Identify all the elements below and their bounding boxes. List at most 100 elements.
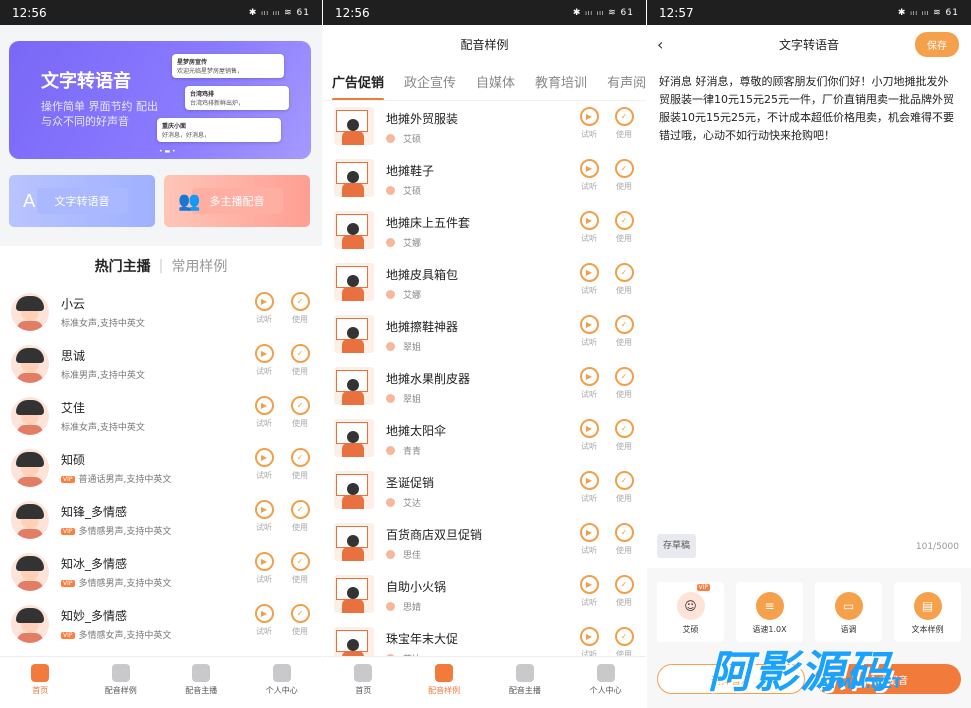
editor-text[interactable]: 好消息 好消息，尊敬的顾客朋友们你们好！小刀地摊批发外贸服装一律10元15元25… — [659, 73, 959, 145]
listen-button[interactable]: ▶ 试听 — [253, 500, 275, 533]
listen-button[interactable]: ▶ 试听 — [578, 575, 600, 608]
char-count: 101/5000 — [915, 542, 959, 552]
listen-button[interactable]: ▶ 试听 — [578, 627, 600, 656]
listen-button[interactable]: ▶ 试听 — [578, 107, 600, 140]
use-button[interactable]: ✓ 使用 — [613, 263, 635, 296]
tab-edu[interactable]: 教育培训 — [535, 72, 587, 91]
sample-name: 珠宝年末大促 — [386, 632, 459, 646]
sample-row[interactable]: 地摊太阳伞 青青 ▶ 试听 ✓ 使用 — [323, 413, 646, 465]
sample-thumbnail — [334, 263, 374, 301]
tab-audiobook[interactable]: 有声阅读 — [607, 72, 646, 91]
use-button[interactable]: ✓ 使用 — [289, 396, 311, 429]
check-icon: ✓ — [614, 471, 634, 490]
use-button[interactable]: ✓ 使用 — [613, 211, 635, 244]
text-to-speech-button[interactable]: A 文字转语音 — [9, 175, 155, 227]
listen-button[interactable]: ▶ 试听 — [578, 211, 600, 244]
listen-button[interactable]: ▶ 试听 — [578, 419, 600, 452]
sample-author: 翠姐 — [386, 392, 421, 405]
tab-common-samples[interactable]: 常用样例 — [171, 256, 227, 276]
text-sample-button[interactable]: ▤ 文本样例 — [894, 582, 961, 642]
use-button[interactable]: ✓ 使用 — [289, 500, 311, 533]
voice-desc: 标准女声,支持中英文 — [61, 319, 145, 329]
listen-button[interactable]: ▶ 试听 — [578, 471, 600, 504]
sample-row[interactable]: 自助小火锅 思婧 ▶ 试听 ✓ 使用 — [323, 569, 646, 621]
listen-button[interactable]: ▶ 试听 — [578, 315, 600, 348]
listen-button[interactable]: ▶ 试听 — [578, 523, 600, 556]
sample-author: 思佳 — [386, 548, 421, 561]
use-button[interactable]: ✓ 使用 — [289, 448, 311, 481]
promo-banner[interactable]: 文字转语音 操作简单 界面节约 配出与众不同的好声音 星梦房宣传 欢迎光临星梦房屋… — [9, 41, 311, 159]
use-button[interactable]: ✓ 使用 — [613, 523, 635, 556]
use-button[interactable]: ✓ 使用 — [289, 344, 311, 377]
sample-name: 地摊太阳伞 — [386, 424, 447, 438]
voice-row[interactable]: 知锋_多情感 VIP 多情感男声,支持中英文 ▶ 试听 ✓ 使用 — [0, 494, 322, 546]
voice-row[interactable]: 知硕 VIP 普通话男声,支持中英文 ▶ 试听 ✓ 使用 — [0, 442, 322, 494]
tab-ads[interactable]: 广告促销 — [332, 72, 385, 100]
sample-row[interactable]: 百货商店双旦促销 思佳 ▶ 试听 ✓ 使用 — [323, 517, 646, 569]
nav-profile[interactable]: 个人中心 — [242, 657, 323, 708]
nav-anchors[interactable]: 配音主播 — [161, 657, 242, 708]
multi-anchor-button[interactable]: 👥 多主播配音 — [164, 175, 310, 227]
use-button[interactable]: ✓ 使用 — [613, 159, 635, 192]
sample-thumbnail — [334, 471, 374, 509]
use-button[interactable]: ✓ 使用 — [613, 575, 635, 608]
voice-row[interactable]: 知冰_多情感 VIP 多情感男声,支持中英文 ▶ 试听 ✓ 使用 — [0, 546, 322, 598]
use-button[interactable]: ✓ 使用 — [613, 471, 635, 504]
sample-row[interactable]: 圣诞促销 艾达 ▶ 试听 ✓ 使用 — [323, 465, 646, 517]
play-icon: ▶ — [579, 627, 599, 646]
save-draft-button[interactable]: 存草稿 — [657, 534, 697, 558]
use-button[interactable]: ✓ 使用 — [613, 627, 635, 656]
sample-thumbnail — [334, 419, 374, 457]
voice-row[interactable]: 知妙_多情感 VIP 多情感女声,支持中英文 ▶ 试听 ✓ 使用 — [0, 598, 322, 650]
listen-button[interactable]: ▶ 试听 — [253, 292, 275, 325]
nav-profile[interactable]: 个人中心 — [565, 657, 646, 708]
nav-samples[interactable]: 配音样例 — [81, 657, 162, 708]
avatar: ☺ — [676, 592, 705, 620]
listen-button[interactable]: ▶ 试听 — [578, 367, 600, 400]
sample-row[interactable]: 珠宝年末大促艾达▶试听✓使用 — [323, 621, 646, 656]
voice-select-button[interactable]: VIP ☺ 艾硕 — [657, 582, 724, 642]
listen-button[interactable]: ▶ 试听 — [578, 159, 600, 192]
nav-anchors[interactable]: 配音主播 — [485, 657, 566, 708]
speed-button[interactable]: ≡ 语速1.0X — [736, 582, 803, 642]
voice-desc: VIP 多情感男声,支持中英文 — [61, 527, 172, 537]
text-editor[interactable]: 好消息 好消息，尊敬的顾客朋友们你们好！小刀地摊批发外贸服装一律10元15元25… — [647, 63, 971, 568]
listen-button[interactable]: ▶ 试听 — [253, 552, 275, 585]
save-button[interactable]: 保存 — [915, 32, 959, 57]
listen-button[interactable]: ▶ 试听 — [253, 344, 275, 377]
sample-row[interactable]: 地摊外贸服装 艾硕 ▶ 试听 ✓ 使用 — [323, 101, 646, 153]
sample-row[interactable]: 地摊擦鞋神器 翠姐 ▶ 试听 ✓ 使用 — [323, 309, 646, 361]
tab-hot-anchors[interactable]: 热门主播 — [95, 256, 151, 276]
nav-samples[interactable]: 配音样例 — [404, 657, 485, 708]
back-icon[interactable]: ‹ — [657, 35, 663, 54]
sample-row[interactable]: 地摊床上五件套 艾娜 ▶ 试听 ✓ 使用 — [323, 205, 646, 257]
listen-button[interactable]: ▶ 试听 — [578, 263, 600, 296]
use-button[interactable]: ✓ 使用 — [613, 419, 635, 452]
voice-row[interactable]: 艾佳 标准女声,支持中英文 ▶ 试听 ✓ 使用 — [0, 390, 322, 442]
voice-row[interactable]: 小云 标准女声,支持中英文 ▶ 试听 ✓ 使用 — [0, 286, 322, 338]
sample-row[interactable]: 地摊皮具箱包 艾娜 ▶ 试听 ✓ 使用 — [323, 257, 646, 309]
sample-row[interactable]: 地摊鞋子 艾硕 ▶ 试听 ✓ 使用 — [323, 153, 646, 205]
listen-button[interactable]: ▶ 试听 — [253, 396, 275, 429]
use-button[interactable]: ✓ 使用 — [613, 107, 635, 140]
check-icon: ✓ — [614, 627, 634, 646]
nav-home[interactable]: 首页 — [0, 657, 81, 708]
play-icon: ▶ — [254, 604, 274, 623]
tab-media[interactable]: 自媒体 — [476, 72, 515, 91]
nav-home[interactable]: 首页 — [323, 657, 404, 708]
use-button[interactable]: ✓ 使用 — [613, 315, 635, 348]
listen-button[interactable]: ▶ 试听 — [253, 448, 275, 481]
use-button[interactable]: ✓ 使用 — [613, 367, 635, 400]
play-icon: ▶ — [579, 523, 599, 542]
use-button[interactable]: ✓ 使用 — [289, 552, 311, 585]
check-icon: ✓ — [290, 552, 310, 571]
use-button[interactable]: ✓ 使用 — [289, 604, 311, 637]
multi-anchor-label: 多主播配音 — [191, 188, 283, 214]
sample-row[interactable]: 地摊水果削皮器 翠姐 ▶ 试听 ✓ 使用 — [323, 361, 646, 413]
use-button[interactable]: ✓ 使用 — [289, 292, 311, 325]
tab-gov[interactable]: 政企宣传 — [404, 72, 456, 91]
listen-button[interactable]: ▶ 试听 — [253, 604, 275, 637]
sample-thumbnail — [334, 159, 374, 197]
voice-row[interactable]: 思诚 标准男声,支持中英文 ▶ 试听 ✓ 使用 — [0, 338, 322, 390]
pitch-button[interactable]: ▭ 语调 — [815, 582, 882, 642]
